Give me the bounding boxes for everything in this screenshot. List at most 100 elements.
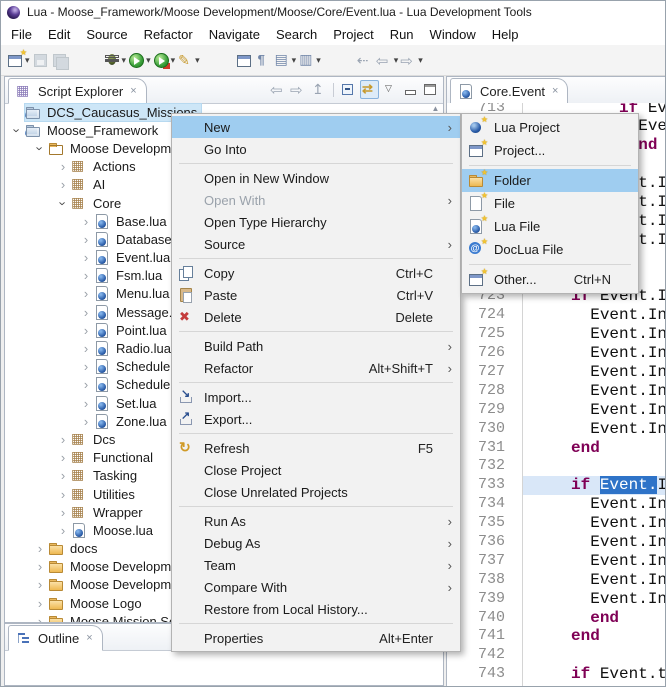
menubar-window[interactable]: Window bbox=[422, 25, 484, 44]
menu-item-new[interactable]: New› bbox=[172, 116, 460, 138]
submenu-item-project[interactable]: ★Project... bbox=[462, 139, 638, 162]
menubar-refactor[interactable]: Refactor bbox=[136, 25, 201, 44]
menu-item-open-in-new-window[interactable]: Open in New Window bbox=[172, 167, 460, 189]
menu-item-copy[interactable]: CopyCtrl+C bbox=[172, 262, 460, 284]
chevron-collapsed-icon[interactable]: › bbox=[78, 269, 94, 282]
dropdown-caret-icon[interactable]: ▾ bbox=[292, 55, 297, 66]
toolbar-new-wizard-button[interactable]: ★▾ bbox=[7, 52, 30, 69]
menu-item-team[interactable]: Team› bbox=[172, 554, 460, 576]
toolbar-debug-button[interactable]: ▾ bbox=[104, 52, 127, 69]
chevron-collapsed-icon[interactable]: › bbox=[55, 506, 71, 519]
tab-outline[interactable]: Outline × bbox=[8, 625, 103, 651]
menu-item-source[interactable]: Source› bbox=[172, 233, 460, 255]
toolbar-run-button[interactable]: ▾ bbox=[128, 52, 151, 69]
toolbar-save-button[interactable] bbox=[32, 52, 49, 69]
dropdown-caret-icon[interactable]: ▾ bbox=[316, 55, 321, 66]
menubar-file[interactable]: File bbox=[3, 25, 40, 44]
toolbar-last-edit-button[interactable] bbox=[357, 52, 374, 69]
menu-item-properties[interactable]: PropertiesAlt+Enter bbox=[172, 627, 460, 649]
toolbar-save-all-button[interactable] bbox=[51, 52, 68, 69]
chevron-collapsed-icon[interactable]: › bbox=[32, 542, 48, 555]
chevron-collapsed-icon[interactable]: › bbox=[55, 469, 71, 482]
submenu-item-lua-project[interactable]: ★Lua Project bbox=[462, 116, 638, 139]
chevron-collapsed-icon[interactable]: › bbox=[78, 251, 94, 264]
menu-item-refresh[interactable]: RefreshF5 bbox=[172, 437, 460, 459]
dropdown-caret-icon[interactable]: ▾ bbox=[171, 55, 176, 66]
submenu-item-doclua-file[interactable]: ★DocLua File bbox=[462, 238, 638, 261]
chevron-collapsed-icon[interactable]: › bbox=[78, 324, 94, 337]
view-menu-icon[interactable] bbox=[382, 81, 399, 98]
link-editor-icon[interactable] bbox=[360, 80, 379, 99]
menu-item-export[interactable]: Export... bbox=[172, 408, 460, 430]
menu-item-go-into[interactable]: Go Into bbox=[172, 138, 460, 160]
menubar-navigate[interactable]: Navigate bbox=[201, 25, 268, 44]
chevron-collapsed-icon[interactable]: › bbox=[55, 488, 71, 501]
minimize-icon[interactable] bbox=[402, 81, 419, 98]
chevron-collapsed-icon[interactable]: › bbox=[32, 560, 48, 573]
menu-item-build-path[interactable]: Build Path› bbox=[172, 335, 460, 357]
toolbar-run-last-button[interactable]: ▾ bbox=[153, 52, 176, 69]
submenu-item-file[interactable]: ★File bbox=[462, 192, 638, 215]
dropdown-caret-icon[interactable]: ▾ bbox=[195, 55, 200, 66]
chevron-collapsed-icon[interactable]: › bbox=[78, 378, 94, 391]
dropdown-caret-icon[interactable]: ▾ bbox=[394, 55, 399, 66]
collapse-all-icon[interactable] bbox=[340, 81, 357, 98]
submenu-item-other[interactable]: ★Other...Ctrl+N bbox=[462, 268, 638, 291]
menu-item-restore-from-local-history[interactable]: Restore from Local History... bbox=[172, 598, 460, 620]
close-icon[interactable]: × bbox=[552, 85, 558, 97]
dropdown-caret-icon[interactable]: ▾ bbox=[146, 55, 151, 66]
menu-item-run-as[interactable]: Run As› bbox=[172, 510, 460, 532]
chevron-collapsed-icon[interactable]: › bbox=[55, 160, 71, 173]
menu-item-import[interactable]: Import... bbox=[172, 386, 460, 408]
submenu-item-folder[interactable]: ★Folder bbox=[462, 169, 638, 192]
chevron-collapsed-icon[interactable]: › bbox=[78, 360, 94, 373]
menu-item-paste[interactable]: PasteCtrl+V bbox=[172, 284, 460, 306]
menu-item-close-project[interactable]: Close Project bbox=[172, 459, 460, 481]
tab-core-event[interactable]: Core.Event × bbox=[450, 78, 568, 104]
chevron-collapsed-icon[interactable]: › bbox=[78, 397, 94, 410]
dropdown-caret-icon[interactable]: ▾ bbox=[418, 55, 423, 66]
menu-item-debug-as[interactable]: Debug As› bbox=[172, 532, 460, 554]
close-icon[interactable]: × bbox=[130, 85, 136, 97]
chevron-collapsed-icon[interactable]: › bbox=[55, 451, 71, 464]
forward-icon[interactable] bbox=[290, 81, 307, 98]
toolbar-pilcrow-button[interactable] bbox=[255, 52, 272, 69]
submenu-item-lua-file[interactable]: ★Lua File bbox=[462, 215, 638, 238]
chevron-collapsed-icon[interactable]: › bbox=[32, 597, 48, 610]
chevron-expanded-icon[interactable]: › bbox=[34, 140, 47, 156]
close-icon[interactable]: × bbox=[86, 632, 92, 644]
menu-item-close-unrelated-projects[interactable]: Close Unrelated Projects bbox=[172, 481, 460, 503]
maximize-icon[interactable] bbox=[422, 81, 439, 98]
menubar-run[interactable]: Run bbox=[382, 25, 422, 44]
up-icon[interactable] bbox=[310, 81, 327, 98]
chevron-collapsed-icon[interactable]: › bbox=[78, 215, 94, 228]
chevron-collapsed-icon[interactable]: › bbox=[55, 524, 71, 537]
chevron-collapsed-icon[interactable]: › bbox=[78, 233, 94, 246]
chevron-collapsed-icon[interactable]: › bbox=[32, 578, 48, 591]
menu-item-delete[interactable]: DeleteDelete bbox=[172, 306, 460, 328]
chevron-collapsed-icon[interactable]: › bbox=[55, 178, 71, 191]
menu-item-open-type-hierarchy[interactable]: Open Type Hierarchy bbox=[172, 211, 460, 233]
chevron-collapsed-icon[interactable]: › bbox=[78, 415, 94, 428]
toolbar-task-button[interactable]: ▾ bbox=[274, 52, 297, 69]
tab-script-explorer[interactable]: Script Explorer × bbox=[8, 78, 147, 104]
menubar-help[interactable]: Help bbox=[484, 25, 527, 44]
menubar-edit[interactable]: Edit bbox=[40, 25, 78, 44]
menubar-project[interactable]: Project bbox=[325, 25, 381, 44]
dropdown-caret-icon[interactable]: ▾ bbox=[122, 55, 127, 66]
chevron-collapsed-icon[interactable]: › bbox=[78, 342, 94, 355]
chevron-expanded-icon[interactable]: › bbox=[57, 195, 70, 211]
back-icon[interactable] bbox=[270, 81, 287, 98]
chevron-expanded-icon[interactable]: › bbox=[11, 122, 24, 138]
chevron-collapsed-icon[interactable]: › bbox=[55, 433, 71, 446]
toolbar-open-type-button[interactable] bbox=[236, 52, 253, 69]
toolbar-forward-button[interactable]: ▾ bbox=[400, 52, 423, 69]
chevron-collapsed-icon[interactable]: › bbox=[78, 306, 94, 319]
toolbar-brush-button[interactable]: ▾ bbox=[177, 52, 200, 69]
chevron-collapsed-icon[interactable]: › bbox=[78, 287, 94, 300]
menu-item-refactor[interactable]: RefactorAlt+Shift+T› bbox=[172, 357, 460, 379]
menubar-search[interactable]: Search bbox=[268, 25, 325, 44]
menu-item-compare-with[interactable]: Compare With› bbox=[172, 576, 460, 598]
chevron-collapsed-icon[interactable]: › bbox=[32, 615, 48, 622]
toolbar-back-button[interactable]: ▾ bbox=[376, 52, 399, 69]
